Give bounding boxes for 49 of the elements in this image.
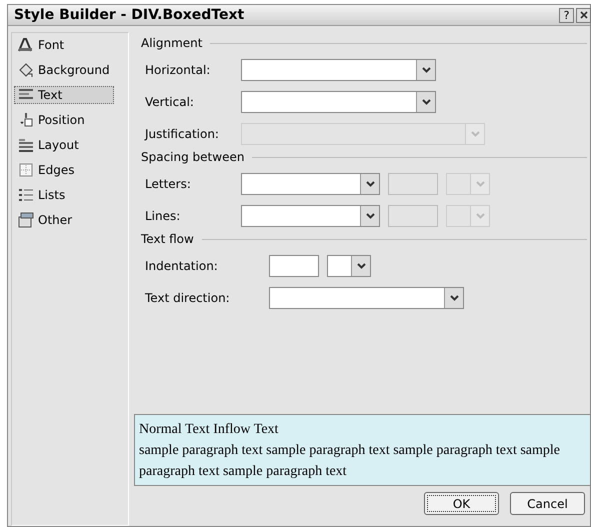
grid-icon (18, 162, 34, 178)
help-button[interactable]: ? (559, 8, 574, 22)
dropdown-field[interactable] (241, 59, 436, 81)
category-item[interactable]: Position (14, 111, 114, 129)
preview-paragraph: sample paragraph text sample paragraph text sample paragraph text sample paragraph text sample paragraph text (139, 442, 561, 481)
close-icon (580, 11, 588, 19)
caret-icon (476, 181, 484, 187)
input-field[interactable] (269, 255, 319, 277)
dropdown-field[interactable] (269, 287, 464, 309)
field-label: Vertical: (144, 95, 195, 109)
diamond-icon (18, 62, 34, 78)
field-label: Justification: (143, 127, 220, 141)
caret-icon (476, 213, 484, 219)
caret-icon (356, 263, 366, 269)
dropdown-field[interactable] (241, 205, 380, 227)
caret-icon (450, 295, 458, 301)
field-label: Indentation: (144, 259, 219, 273)
list-icon (18, 187, 34, 203)
layout-icon (18, 137, 34, 153)
caret-icon (366, 181, 374, 187)
field-label: Lines: (144, 209, 182, 223)
category-item[interactable]: Edges (14, 161, 114, 179)
caret-icon (422, 99, 430, 105)
category-item[interactable]: Lists (14, 186, 114, 204)
caret-icon (470, 131, 480, 137)
caret-icon (422, 67, 430, 73)
field-label: Text direction: (144, 291, 231, 305)
dropdown-field[interactable] (241, 91, 436, 113)
dialog-button[interactable]: OK (424, 492, 499, 515)
square-icon (18, 112, 34, 128)
field-label: Horizontal: (144, 63, 212, 77)
category-item[interactable]: Background (14, 61, 114, 79)
section-heading: Spacing between (141, 150, 244, 164)
preview-heading: Normal Text Inflow Text (139, 421, 280, 439)
dropdown-field[interactable] (327, 255, 371, 277)
close-button[interactable] (576, 8, 591, 22)
caret-icon (366, 213, 374, 219)
window-title: Style Builder - DIV.BoxedText (14, 7, 244, 23)
category-item[interactable]: Text (14, 86, 114, 104)
dropdown-field[interactable] (241, 173, 380, 195)
window-icon (18, 212, 34, 228)
section-heading: Alignment (141, 36, 202, 50)
category-item[interactable]: Other (14, 211, 114, 229)
section-heading: Text flow (141, 232, 194, 246)
category-item[interactable]: Layout (14, 136, 114, 154)
category-item[interactable]: Font (14, 36, 114, 54)
dialog-button[interactable]: Cancel (510, 492, 585, 515)
font-icon (18, 37, 34, 53)
field-label: Letters: (144, 177, 192, 191)
